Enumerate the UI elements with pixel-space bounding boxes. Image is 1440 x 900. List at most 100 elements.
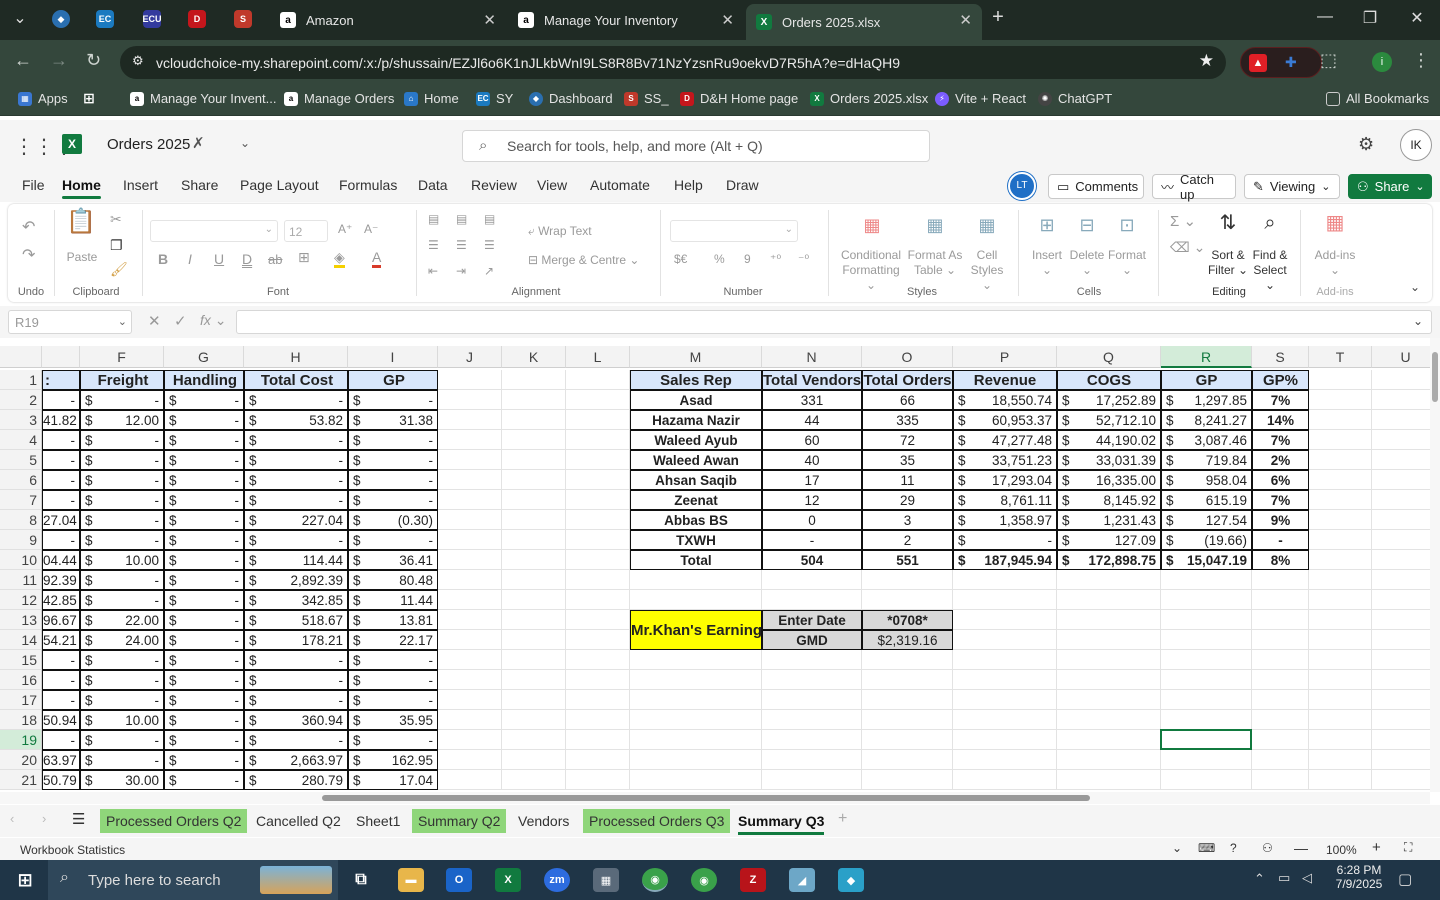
summary-cell[interactable]: $17,293.04 bbox=[953, 470, 1057, 490]
table-cell[interactable]: $ - bbox=[80, 670, 164, 690]
row-header[interactable]: 17 bbox=[0, 690, 42, 710]
table-cell[interactable]: $ - bbox=[164, 770, 244, 790]
tab-formulas[interactable]: Formulas bbox=[339, 177, 397, 193]
summary-cell[interactable]: $ - bbox=[953, 530, 1057, 550]
bookmark-star-icon[interactable]: ★ bbox=[1199, 51, 1214, 71]
fullscreen-icon[interactable]: ⛶ bbox=[1404, 840, 1412, 855]
tab-view[interactable]: View bbox=[537, 177, 567, 193]
column-header[interactable]: N bbox=[762, 346, 862, 368]
presence-avatar[interactable]: LT bbox=[1008, 172, 1036, 200]
table-cell[interactable]: $ - bbox=[348, 490, 438, 510]
table-cell[interactable]: $ - bbox=[348, 390, 438, 410]
summary-cell[interactable]: $18,550.74 bbox=[953, 390, 1057, 410]
sensitivity-icon[interactable]: ✗ bbox=[192, 134, 205, 152]
tab-file[interactable]: File bbox=[22, 177, 45, 193]
table-cell[interactable]: - bbox=[42, 450, 80, 470]
table-cell[interactable]: $ - bbox=[164, 670, 244, 690]
summary-cell[interactable]: 2 bbox=[862, 530, 953, 550]
summary-cell[interactable]: $8,241.27 bbox=[1161, 410, 1252, 430]
left-table-header[interactable]: GP bbox=[348, 370, 438, 390]
column-header[interactable]: Q bbox=[1057, 346, 1161, 368]
summary-cell[interactable]: 72 bbox=[862, 430, 953, 450]
table-cell[interactable]: $10.00 bbox=[80, 710, 164, 730]
summary-cell[interactable]: 3 bbox=[862, 510, 953, 530]
share-button[interactable]: ⚇ Share ⌄ bbox=[1348, 174, 1432, 199]
summary-cell[interactable]: 504 bbox=[762, 550, 862, 570]
new-tab-icon[interactable]: + bbox=[983, 6, 1013, 29]
add-sheet-icon[interactable]: + bbox=[838, 810, 847, 828]
left-table-header[interactable]: Total Cost bbox=[244, 370, 348, 390]
column-header[interactable]: O bbox=[862, 346, 953, 368]
table-cell[interactable]: $12.00 bbox=[80, 410, 164, 430]
column-header[interactable]: M bbox=[630, 346, 762, 368]
sort-filter-button[interactable]: Sort & Filter ⌄ bbox=[1206, 248, 1250, 278]
cancel-icon[interactable]: ✕ bbox=[148, 312, 161, 330]
table-cell[interactable]: $ - bbox=[164, 390, 244, 410]
table-cell[interactable]: 92.39 bbox=[42, 570, 80, 590]
table-cell[interactable]: $ - bbox=[80, 490, 164, 510]
format-painter-icon[interactable]: 🖌 bbox=[110, 262, 128, 277]
summary-header[interactable]: Revenue bbox=[953, 370, 1057, 390]
table-cell[interactable]: $ - bbox=[348, 450, 438, 470]
summary-cell[interactable]: $15,047.19 bbox=[1161, 550, 1252, 570]
align-middle-icon[interactable]: ▤ bbox=[456, 212, 467, 227]
tab-page-layout[interactable]: Page Layout bbox=[240, 177, 319, 193]
keyboard-icon[interactable]: ⌨ bbox=[1198, 841, 1215, 855]
search-input[interactable]: ⌕ Search for tools, help, and more (Alt … bbox=[462, 130, 930, 162]
table-cell[interactable]: $360.94 bbox=[244, 710, 348, 730]
summary-cell[interactable]: $47,277.48 bbox=[953, 430, 1057, 450]
column-header[interactable]: L bbox=[566, 346, 630, 368]
table-cell[interactable]: $22.17 bbox=[348, 630, 438, 650]
table-cell[interactable]: $ - bbox=[244, 490, 348, 510]
summary-cell[interactable]: $172,898.75 bbox=[1057, 550, 1161, 570]
summary-cell[interactable]: 66 bbox=[862, 390, 953, 410]
task-view-icon[interactable]: ⧉ bbox=[348, 868, 374, 892]
number-format-select[interactable]: ⌄ bbox=[670, 220, 798, 242]
pinned-tab-dh-icon[interactable]: D bbox=[188, 10, 206, 28]
table-cell[interactable]: $ - bbox=[164, 450, 244, 470]
row-header[interactable]: 19 bbox=[0, 730, 42, 750]
fill-color-icon[interactable]: ◈ bbox=[334, 250, 345, 268]
column-header[interactable]: J bbox=[438, 346, 502, 368]
comma-style-button[interactable]: 9 bbox=[744, 252, 751, 267]
table-cell[interactable]: - bbox=[42, 650, 80, 670]
feedback-icon[interactable]: ⚇ bbox=[1262, 841, 1273, 855]
table-cell[interactable]: $ - bbox=[164, 690, 244, 710]
table-cell[interactable]: $31.38 bbox=[348, 410, 438, 430]
table-cell[interactable]: $2,663.97 bbox=[244, 750, 348, 770]
table-cell[interactable]: $ - bbox=[80, 430, 164, 450]
column-header[interactable]: I bbox=[348, 346, 438, 368]
decrease-indent-icon[interactable]: ⇤ bbox=[428, 264, 438, 279]
summary-cell[interactable]: 40 bbox=[762, 450, 862, 470]
summary-cell[interactable]: 11 bbox=[862, 470, 953, 490]
earning-label[interactable]: Mr.Khan's Earning bbox=[630, 610, 762, 650]
bookmark-vite-react[interactable]: ⚡ Vite + React bbox=[935, 91, 1026, 106]
add-ins-icon[interactable]: ▦ bbox=[1318, 213, 1352, 233]
summary-cell[interactable]: 17 bbox=[762, 470, 862, 490]
table-cell[interactable]: $ - bbox=[244, 430, 348, 450]
table-cell[interactable]: $ - bbox=[80, 570, 164, 590]
table-cell[interactable]: $ - bbox=[164, 430, 244, 450]
restore-icon[interactable]: ❐ bbox=[1355, 8, 1385, 28]
find-select-icon[interactable]: ⌕ bbox=[1254, 213, 1286, 233]
summary-cell[interactable]: 8% bbox=[1252, 550, 1309, 570]
summary-cell[interactable]: 0 bbox=[762, 510, 862, 530]
help-icon[interactable]: ? bbox=[1230, 841, 1237, 855]
table-cell[interactable]: $280.79 bbox=[244, 770, 348, 790]
sheet-tab[interactable]: Vendors bbox=[512, 809, 575, 833]
tab-home[interactable]: Home bbox=[62, 177, 101, 199]
chrome-profile-icon[interactable]: ◉ bbox=[691, 868, 717, 892]
row-header[interactable]: 5 bbox=[0, 450, 42, 470]
window-close-icon[interactable]: ✕ bbox=[1402, 8, 1432, 28]
format-cells-icon[interactable]: ⊡ bbox=[1110, 216, 1144, 234]
column-header[interactable]: H bbox=[244, 346, 348, 368]
row-header[interactable]: 18 bbox=[0, 710, 42, 730]
row-header[interactable]: 11 bbox=[0, 570, 42, 590]
format-cells-button[interactable]: Format ⌄ bbox=[1106, 248, 1148, 278]
redo-icon[interactable]: ↷ bbox=[22, 248, 35, 264]
name-box[interactable]: R19 ⌄ bbox=[8, 310, 132, 334]
table-cell[interactable]: $ - bbox=[164, 630, 244, 650]
row-header[interactable]: 20 bbox=[0, 750, 42, 770]
align-center-icon[interactable]: ☰ bbox=[456, 238, 467, 253]
site-info-icon[interactable]: ⚙ bbox=[132, 53, 144, 69]
